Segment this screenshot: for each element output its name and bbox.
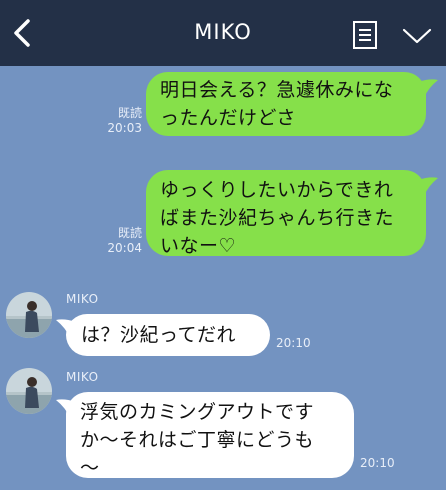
chat-title: MIKO (194, 20, 252, 44)
message-bubble[interactable]: 明日会える？急遽休みにな ったんだけどさ (146, 72, 426, 136)
read-receipt: 既読 20:04 (104, 226, 142, 256)
message-bubble[interactable]: ゆっくりしたいからできれ ばまた沙紀ちゃんち行きた いなー♡ (146, 170, 426, 257)
read-receipt: 既読 20:03 (104, 106, 142, 136)
message-text-line: いなー♡ (160, 235, 237, 257)
message-time: 20:10 (360, 456, 395, 470)
message-text-line: 浮気のカミングアウトです (80, 401, 315, 423)
note-list-icon (353, 21, 377, 49)
message-text-line: ったんだけどさ (160, 107, 296, 129)
menu-button[interactable] (402, 26, 432, 46)
bubble-tail (418, 79, 438, 98)
chat-header: MIKO (0, 0, 446, 66)
sender-name: MIKO (66, 370, 99, 384)
sender-name: MIKO (66, 292, 99, 306)
avatar[interactable] (6, 368, 52, 414)
message-text-line: ゆっくりしたいからできれ (160, 179, 394, 201)
message-text-line: は？沙紀ってだれ (81, 324, 237, 346)
avatar[interactable] (6, 292, 52, 338)
avatar-photo (6, 368, 52, 414)
message-text-line: ばまた沙紀ちゃんち行きた (160, 207, 395, 229)
message-text-line: 明日会える？急遽休みにな (160, 79, 394, 101)
note-button[interactable] (352, 20, 378, 50)
avatar-photo (6, 292, 52, 338)
message-bubble[interactable]: は？沙紀ってだれ (66, 314, 270, 356)
message-time: 20:03 (107, 121, 142, 135)
message-bubble[interactable]: 浮気のカミングアウトです か〜それはご丁寧にどうも 〜 (66, 392, 354, 479)
message-text-line: か〜それはご丁寧にどうも (80, 429, 315, 451)
message-text-line: 〜 (80, 457, 100, 479)
chevron-down-icon (402, 28, 432, 44)
message-time: 20:10 (276, 336, 311, 350)
message-time: 20:04 (107, 241, 142, 255)
bubble-tail (418, 177, 438, 196)
